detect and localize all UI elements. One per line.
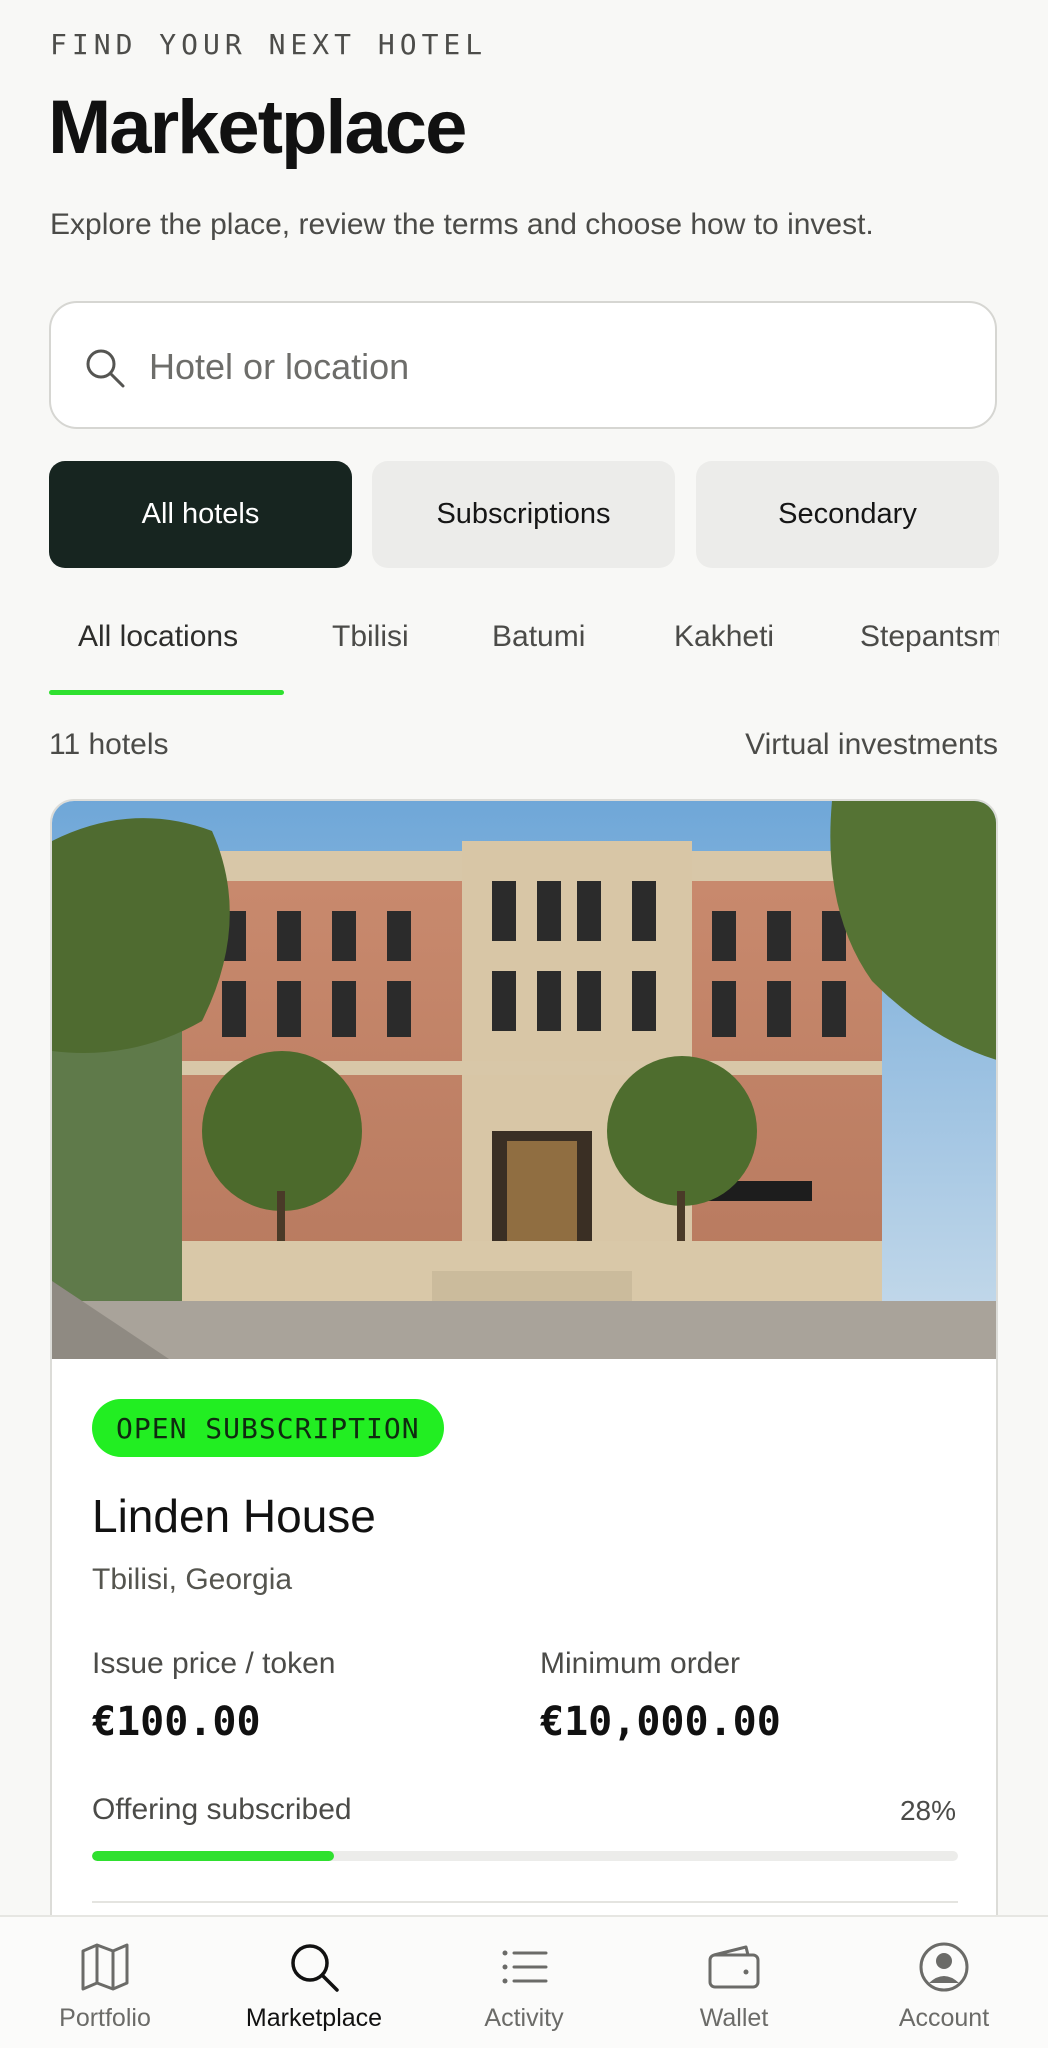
tab-all-locations[interactable]: All locations bbox=[78, 620, 238, 654]
account-icon bbox=[919, 1942, 969, 1992]
progress-bar bbox=[92, 1851, 958, 1861]
status-badge: OPEN SUBSCRIPTION bbox=[92, 1399, 444, 1457]
hotel-photo bbox=[52, 801, 996, 1359]
issue-price-value: €100.00 bbox=[92, 1699, 261, 1745]
nav-label: Marketplace bbox=[245, 2004, 383, 2032]
investment-mode-label: Virtual investments bbox=[745, 728, 998, 761]
active-tab-indicator bbox=[49, 690, 284, 695]
segment-secondary[interactable]: Secondary bbox=[696, 461, 999, 568]
hotel-location: Tbilisi, Georgia bbox=[92, 1563, 293, 1596]
page-eyebrow: FIND YOUR NEXT HOTEL bbox=[50, 28, 488, 61]
map-icon bbox=[81, 1943, 129, 1991]
progress-bar-fill bbox=[92, 1851, 335, 1861]
search-icon bbox=[291, 1944, 339, 1992]
marketplace-screen: FIND YOUR NEXT HOTEL Marketplace Explore… bbox=[0, 0, 1048, 2048]
bottom-navigation: Portfolio Marketplace Activity Wallet Ac… bbox=[0, 1915, 1048, 2048]
minimum-order-value: €10,000.00 bbox=[540, 1699, 781, 1745]
page-subtitle: Explore the place, review the terms and … bbox=[50, 208, 874, 241]
progress-percent: 28% bbox=[899, 1795, 956, 1826]
hotel-card[interactable]: OPEN SUBSCRIPTION Linden House Tbilisi, … bbox=[50, 799, 998, 2048]
issue-price-label: Issue price / token bbox=[92, 1647, 336, 1680]
tab-stepantsminda[interactable]: Stepantsminda bbox=[860, 620, 999, 654]
nav-wallet[interactable]: Wallet bbox=[629, 1917, 839, 2048]
segment-subscriptions[interactable]: Subscriptions bbox=[372, 461, 675, 568]
nav-portfolio[interactable]: Portfolio bbox=[0, 1917, 210, 2048]
nav-label: Wallet bbox=[699, 2004, 769, 2032]
tab-batumi[interactable]: Batumi bbox=[492, 620, 585, 654]
wallet-icon bbox=[708, 1945, 760, 1989]
nav-marketplace[interactable]: Marketplace bbox=[209, 1917, 419, 2048]
card-divider bbox=[92, 1901, 958, 1903]
search-icon bbox=[86, 349, 125, 388]
nav-activity[interactable]: Activity bbox=[419, 1917, 629, 2048]
nav-label: Portfolio bbox=[59, 2004, 151, 2032]
search-input[interactable] bbox=[147, 333, 951, 401]
page-title: Marketplace bbox=[48, 85, 467, 170]
tab-tbilisi[interactable]: Tbilisi bbox=[332, 620, 409, 654]
search-box[interactable] bbox=[49, 301, 997, 429]
hotel-name: Linden House bbox=[92, 1490, 376, 1542]
nav-label: Account bbox=[898, 2004, 990, 2032]
nav-label: Activity bbox=[484, 2004, 564, 2032]
segment-control: All hotels Subscriptions Secondary bbox=[49, 461, 999, 568]
minimum-order-label: Minimum order bbox=[540, 1647, 741, 1680]
segment-all-hotels[interactable]: All hotels bbox=[49, 461, 352, 568]
location-tabs: All locations Tbilisi Batumi Kakheti Ste… bbox=[49, 600, 999, 696]
progress-label: Offering subscribed bbox=[92, 1793, 352, 1826]
list-icon bbox=[502, 1950, 548, 1984]
nav-account[interactable]: Account bbox=[839, 1917, 1048, 2048]
hotel-count: 11 hotels bbox=[49, 728, 169, 761]
tab-kakheti[interactable]: Kakheti bbox=[674, 620, 774, 654]
